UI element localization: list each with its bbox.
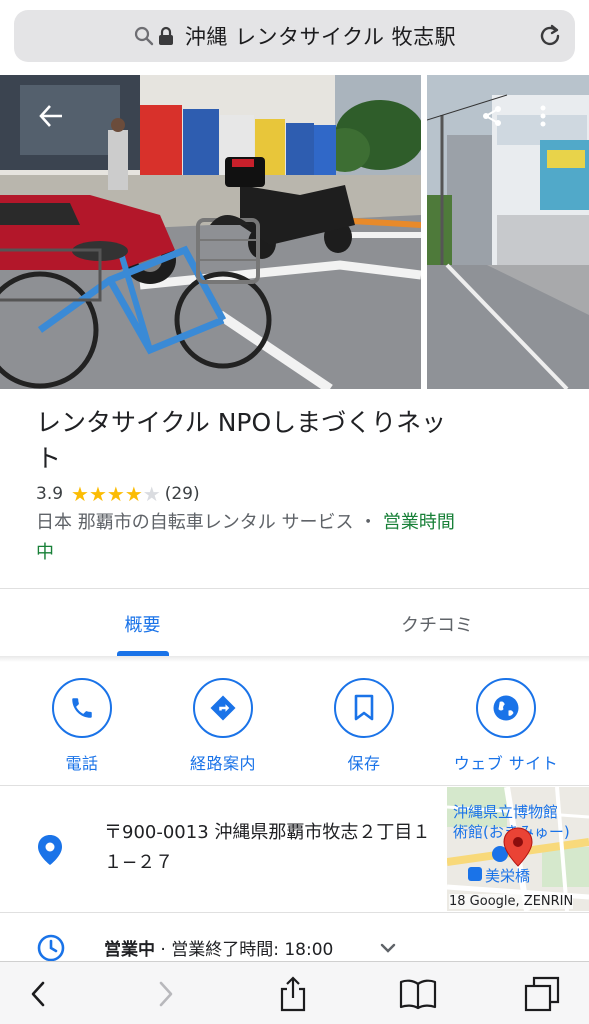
- map-pin-icon: [503, 827, 533, 871]
- website-label: ウェブ サイト: [453, 754, 559, 773]
- hours-closing: 営業終了時間: 18:00: [171, 940, 334, 960]
- divider: [0, 912, 589, 913]
- bookmark-icon: [334, 678, 394, 738]
- star-icon: ★: [124, 482, 143, 506]
- directions-label: 経路案内: [189, 754, 256, 773]
- map-label-museum: 沖縄県立博物館: [453, 803, 559, 821]
- star-icon: ★: [106, 482, 125, 506]
- globe-icon: [476, 678, 536, 738]
- map-thumbnail[interactable]: 沖縄県立博物館 術館(おきみゅー) 美栄橋 18 Google, ZENRIN: [447, 787, 589, 911]
- star-icon: ★: [71, 482, 89, 506]
- search-icon: [133, 25, 155, 47]
- lock-icon: [155, 25, 177, 47]
- phone-icon: [52, 678, 112, 738]
- maps-place-page: 沖縄 レンタサイクル 牧志駅 レンタサイクル NPOしまづくりネット 3.9 ★…: [0, 0, 589, 1024]
- url-text: 沖縄 レンタサイクル 牧志駅: [184, 25, 457, 49]
- tabs-icon[interactable]: [522, 974, 562, 1014]
- hours-status: 営業中: [104, 940, 155, 960]
- save-label: 保存: [347, 754, 381, 773]
- star-icon: ★: [88, 482, 107, 506]
- star-empty-icon: ★: [142, 482, 161, 506]
- address-text[interactable]: 〒900-0013 沖縄県那覇市牧志２丁目１１−２７: [104, 818, 434, 878]
- browser-toolbar: [0, 961, 589, 1024]
- directions-icon: [193, 678, 253, 738]
- call-label: 電話: [65, 754, 99, 773]
- call-button[interactable]: 電話: [12, 678, 152, 774]
- tabs-shadow: [0, 656, 589, 662]
- back-icon[interactable]: [18, 974, 58, 1014]
- share-icon[interactable]: [273, 974, 313, 1014]
- place-category: 日本 那覇市の自転車レンタル サービス ・ 営業時間中: [36, 508, 466, 568]
- clock-icon: [37, 934, 65, 962]
- photo-strip: [0, 75, 589, 389]
- share-icon[interactable]: [472, 96, 512, 136]
- browser-header: 沖縄 レンタサイクル 牧志駅: [0, 0, 589, 75]
- website-button[interactable]: ウェブ サイト: [436, 678, 576, 774]
- back-arrow-icon[interactable]: [31, 96, 71, 136]
- rating-row[interactable]: 3.9 ★ ★ ★ ★ ★ (29): [36, 482, 200, 506]
- category-text: 日本 那覇市の自転車レンタル サービス ・: [36, 512, 383, 533]
- divider: [0, 785, 589, 786]
- chevron-down-icon[interactable]: [378, 938, 398, 958]
- place-photo-secondary[interactable]: [427, 75, 589, 389]
- place-photo-main[interactable]: [0, 75, 421, 389]
- divider: [0, 588, 589, 589]
- place-title: レンタサイクル NPOしまづくりネット: [36, 408, 447, 473]
- location-pin-icon: [37, 834, 63, 866]
- more-vert-icon[interactable]: [523, 96, 563, 136]
- rating-value: 3.9: [36, 484, 64, 504]
- directions-button[interactable]: 経路案内: [153, 678, 293, 774]
- hours-separator: ·: [155, 940, 172, 960]
- rating-stars: ★ ★ ★ ★ ★: [71, 483, 161, 505]
- tab-reviews[interactable]: クチコミ: [285, 590, 589, 658]
- save-button[interactable]: 保存: [294, 678, 434, 774]
- hours-row[interactable]: 営業中 · 営業終了時間: 18:00: [104, 935, 333, 960]
- url-bar[interactable]: 沖縄 レンタサイクル 牧志駅: [14, 10, 575, 62]
- forward-icon[interactable]: [146, 974, 186, 1014]
- map-credit: 18 Google, ZENRIN: [449, 894, 574, 909]
- reload-icon[interactable]: [537, 23, 563, 49]
- tab-overview[interactable]: 概要: [0, 590, 285, 658]
- bookmarks-icon[interactable]: [398, 974, 438, 1014]
- review-count: (29): [164, 484, 200, 504]
